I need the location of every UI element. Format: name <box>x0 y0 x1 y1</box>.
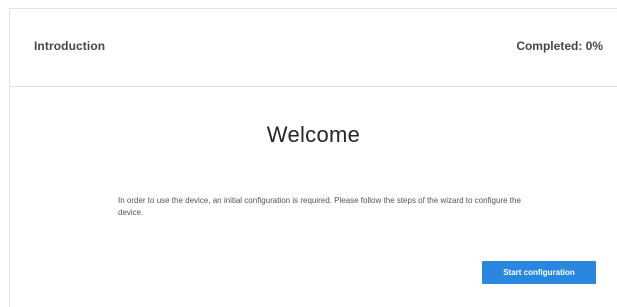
intro-description: In order to use the device, an initial c… <box>118 196 521 217</box>
completion-progress: Completed: 0% <box>516 39 603 53</box>
start-configuration-button[interactable]: Start configuration <box>482 261 596 284</box>
wizard-header: Introduction Completed: 0% <box>10 9 617 87</box>
step-title: Introduction <box>34 39 106 53</box>
wizard-panel: Introduction Completed: 0% Welcome In or… <box>9 8 617 307</box>
page-title: Welcome <box>266 122 361 147</box>
